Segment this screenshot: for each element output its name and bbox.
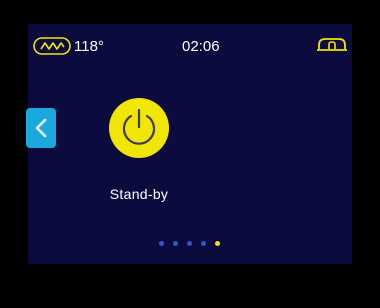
mode-label: Stand-by: [109, 186, 169, 202]
page-dot[interactable]: [159, 240, 164, 246]
heater-icon: [33, 37, 71, 55]
page-dot[interactable]: [215, 240, 220, 246]
page-dot[interactable]: [187, 240, 192, 246]
page-dot[interactable]: [201, 240, 206, 246]
back-button[interactable]: [26, 108, 56, 148]
clock: 02:06: [182, 38, 220, 55]
status-bar: 118° 02:06: [28, 24, 352, 64]
page-indicator: [159, 239, 220, 247]
page-dot[interactable]: [173, 240, 178, 246]
power-button[interactable]: [109, 98, 169, 158]
temperature-readout: 118°: [74, 38, 104, 55]
device-screen: 118° 02:06 Stand-by: [26, 24, 352, 264]
seat-icon: [316, 36, 348, 52]
